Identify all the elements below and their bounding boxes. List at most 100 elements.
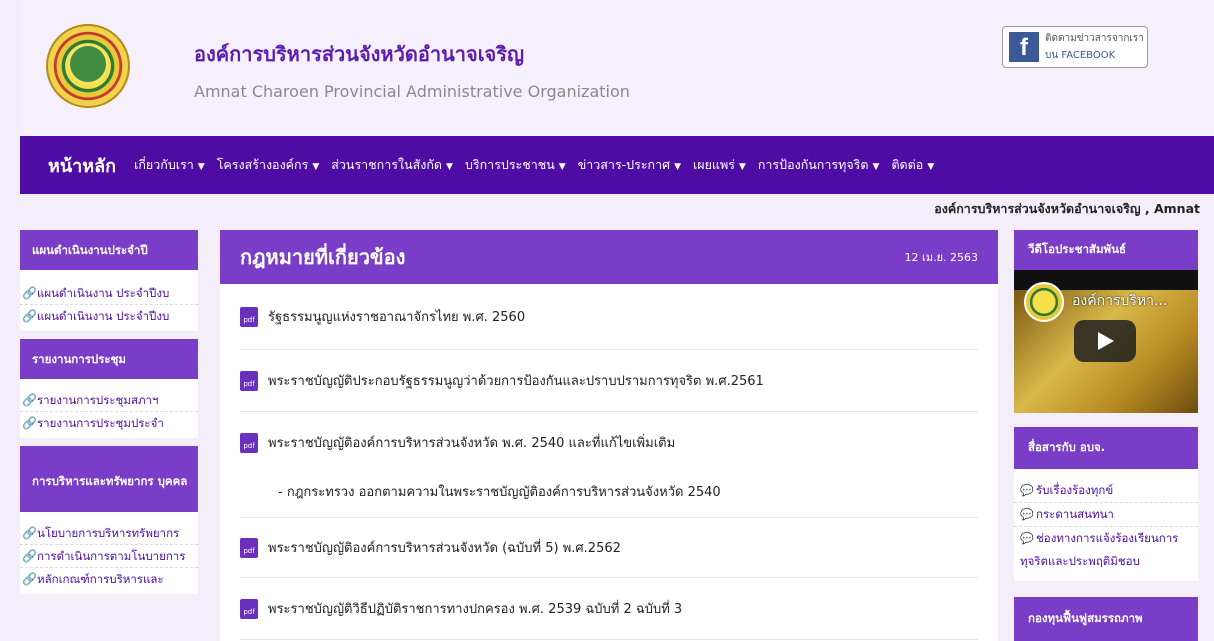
caret-down-icon: ▼ [872,162,880,172]
nav-item-structure[interactable]: โครงสร้างองค์กร ▼ [217,155,320,175]
nav-item-anticorruption[interactable]: การป้องกันการทุจริต ▼ [758,155,880,175]
site-header: องค์การบริหารส่วนจังหวัดอำนาจเจริญ Amnat… [20,0,1214,136]
document-link[interactable]: รัฐธรรมนูญแห่งราชอาณาจักรไทย พ.ศ. 2560 [268,306,525,327]
caret-down-icon: ▼ [738,162,746,172]
chat-icon: 💬 [1020,484,1034,497]
nav-label: เผยแพร่ [692,157,735,172]
sidebar-link-label: การดำเนินการตามโนบายการ [37,549,186,563]
contact-link-corruption-report[interactable]: 💬 ช่องทางการแจ้งร้องเรียนการ [1014,527,1198,550]
nav-item-services[interactable]: บริการประชาชน ▼ [465,155,566,175]
link-icon: 🔗 [22,309,37,323]
sidebar-link[interactable]: 🔗หลักเกณฑ์การบริหารและ [20,568,198,590]
sidebar-link[interactable]: 🔗นโยบายการบริหารทรัพยากร [20,522,198,545]
facebook-follow-button[interactable]: f ติดตามข่าวสารจากเรา บน FACEBOOK [1002,26,1148,68]
nav-label: โครงสร้างองค์กร [216,157,309,172]
sidebar-heading-annual-plan: แผนดำเนินงานประจำปี [20,230,198,270]
site-logo[interactable] [46,24,130,108]
document-link[interactable]: พระราชบัญญัติองค์การบริหารส่วนจังหวัด พ.… [268,432,675,453]
pdf-icon: pdf [240,306,258,327]
sidebar-link-label: นโยบายการบริหารทรัพยากร [37,526,180,540]
sidebar-link-label: รายงานการประชุมสภาฯ [37,393,159,407]
nav-label: เกี่ยวกับเรา [134,157,194,172]
nav-item-publications[interactable]: เผยแพร่ ▼ [693,155,746,175]
contact-link-label: กระดานสนทนา [1036,507,1114,521]
video-player[interactable]: องค์การบริหา... [1014,270,1198,413]
document-item[interactable]: pdf พระราชบัญญัติองค์การบริหารส่วนจังหวั… [240,432,978,453]
main-nav: หน้าหลัก เกี่ยวกับเรา ▼ โครงสร้างองค์กร ▼ … [20,136,1214,194]
sidebar-body-hr: 🔗นโยบายการบริหารทรัพยากร 🔗การดำเนินการตา… [20,512,198,594]
nav-item-departments[interactable]: ส่วนราชการในสังกัด ▼ [331,155,453,175]
contact-link-complaints[interactable]: 💬 รับเรื่องร้องทุกข์ [1014,479,1198,503]
chat-icon: 💬 [1020,532,1034,545]
link-icon: 🔗 [22,526,37,540]
sidebar-link[interactable]: 🔗รายงานการประชุมประจำ [20,412,198,434]
sidebar-heading-meeting-reports: รายงานการประชุม [20,339,198,379]
nav-label: การป้องกันการทุจริต [757,157,869,172]
nav-item-news[interactable]: ข่าวสาร-ประกาศ ▼ [578,155,681,175]
document-item[interactable]: pdf พระราชบัญญัติองค์การบริหารส่วนจังหวั… [240,518,978,578]
nav-label: ส่วนราชการในสังกัด [331,157,443,172]
page: องค์การบริหารส่วนจังหวัดอำนาจเจริญ Amnat… [0,0,1214,641]
sidebar-link[interactable]: 🔗แผนดำเนินงาน ประจำปีงบ [20,282,198,305]
document-link[interactable]: พระราชบัญญัติประกอบรัฐธรรมนูญว่าด้วยการป… [268,370,764,391]
link-icon: 🔗 [22,393,37,407]
contact-link-label: ทุจริตและประพฤติมิชอบ [1020,554,1140,568]
nav-item-contact[interactable]: ติดต่อ ▼ [891,155,934,175]
link-icon: 🔗 [22,286,37,300]
pdf-icon: pdf [240,537,258,558]
caret-down-icon: ▼ [674,162,681,172]
document-item[interactable]: pdf พระราชบัญญัติประกอบรัฐธรรมนูญว่าด้วย… [240,350,978,412]
document-item-group: pdf พระราชบัญญัติองค์การบริหารส่วนจังหวั… [240,412,978,518]
sidebar-link[interactable]: 🔗รายงานการประชุมสภาฯ [20,389,198,412]
sidebar-link-label: แผนดำเนินงาน ประจำปีงบ [37,309,170,323]
nav-item-about[interactable]: เกี่ยวกับเรา ▼ [134,155,205,175]
site-title-english: Amnat Charoen Provincial Administrative … [194,82,630,101]
sidebar-link-label: รายงานการประชุมประจำ [37,416,164,430]
sidebar-link-label: แผนดำเนินงาน ประจำปีงบ [37,286,170,300]
contact-link-label: รับเรื่องร้องทุกข์ [1036,483,1114,497]
caret-down-icon: ▼ [197,162,205,172]
sidebar-body-annual-plan: 🔗แผนดำเนินงาน ประจำปีงบ 🔗แผนดำเนินงาน ปร… [20,270,198,331]
sidebar-link[interactable]: 🔗การดำเนินการตามโนบายการ [20,545,198,568]
content-header: กฎหมายที่เกี่ยวข้อง 12 เม.ย. 2563 [220,230,998,284]
nav-label: บริการประชาชน [464,157,555,172]
video-channel-logo [1024,282,1064,322]
page-title: กฎหมายที่เกี่ยวข้อง [240,245,406,269]
caret-down-icon: ▼ [312,162,320,172]
contact-link-forum[interactable]: 💬 กระดานสนทนา [1014,503,1198,527]
nav-home[interactable]: หน้าหลัก [48,151,116,180]
chat-icon: 💬 [1020,508,1034,521]
scrolling-announcement: องค์การบริหารส่วนจังหวัดอำนาจเจริญ , Amn… [934,201,1200,216]
caret-down-icon: ▼ [927,162,935,172]
contact-link-label: ช่องทางการแจ้งร้องเรียนการ [1036,531,1179,545]
facebook-text-line2: บน FACEBOOK [1045,50,1116,61]
document-item[interactable]: pdf พระราชบัญญัติวิธีปฏิบัติราชการทางปกค… [240,578,978,640]
nav-label: ติดต่อ [891,157,924,172]
site-title-thai: องค์การบริหารส่วนจังหวัดอำนาจเจริญ [194,42,525,66]
sidebar-heading-rehab-fund: กองทุนฟื้นฟูสมรรถภาพ [1014,597,1198,641]
facebook-icon: f [1009,32,1039,62]
pdf-icon: pdf [240,432,258,453]
document-link[interactable]: พระราชบัญญัติองค์การบริหารส่วนจังหวัด (ฉ… [268,537,621,558]
document-list: pdf รัฐธรรมนูญแห่งราชอาณาจักรไทย พ.ศ. 25… [220,284,998,640]
document-link[interactable]: พระราชบัญญัติวิธีปฏิบัติราชการทางปกครอง … [268,598,682,619]
contact-link-corruption-report-cont[interactable]: ทุจริตและประพฤติมิชอบ [1014,550,1198,573]
logo-emblem-icon [68,44,108,84]
right-sidebar: วีดีโอประชาสัมพันธ์ องค์การบริหา... สื่อ… [1014,230,1198,641]
sidebar-body-contact: 💬 รับเรื่องร้องทุกข์ 💬 กระดานสนทนา 💬 ช่องทา… [1014,469,1198,581]
pdf-icon: pdf [240,370,258,391]
sidebar-link[interactable]: 🔗แผนดำเนินงาน ประจำปีงบ [20,305,198,327]
caret-down-icon: ▼ [446,162,453,172]
link-icon: 🔗 [22,416,37,430]
document-sub-link[interactable]: - กฎกระทรวง ออกตามความในพระราชบัญญัติองค… [240,481,978,502]
play-button[interactable] [1074,320,1136,362]
link-icon: 🔗 [22,549,37,563]
document-item[interactable]: pdf รัฐธรรมนูญแห่งราชอาณาจักรไทย พ.ศ. 25… [240,284,978,350]
sidebar-heading-contact: สื่อสารกับ อบจ. [1014,427,1198,469]
sidebar-heading-video: วีดีโอประชาสัมพันธ์ [1014,230,1198,270]
left-sidebar: แผนดำเนินงานประจำปี 🔗แผนดำเนินงาน ประจำป… [20,230,198,594]
facebook-text-line1: ติดตามข่าวสารจากเรา [1045,33,1144,44]
link-icon: 🔗 [22,572,37,586]
